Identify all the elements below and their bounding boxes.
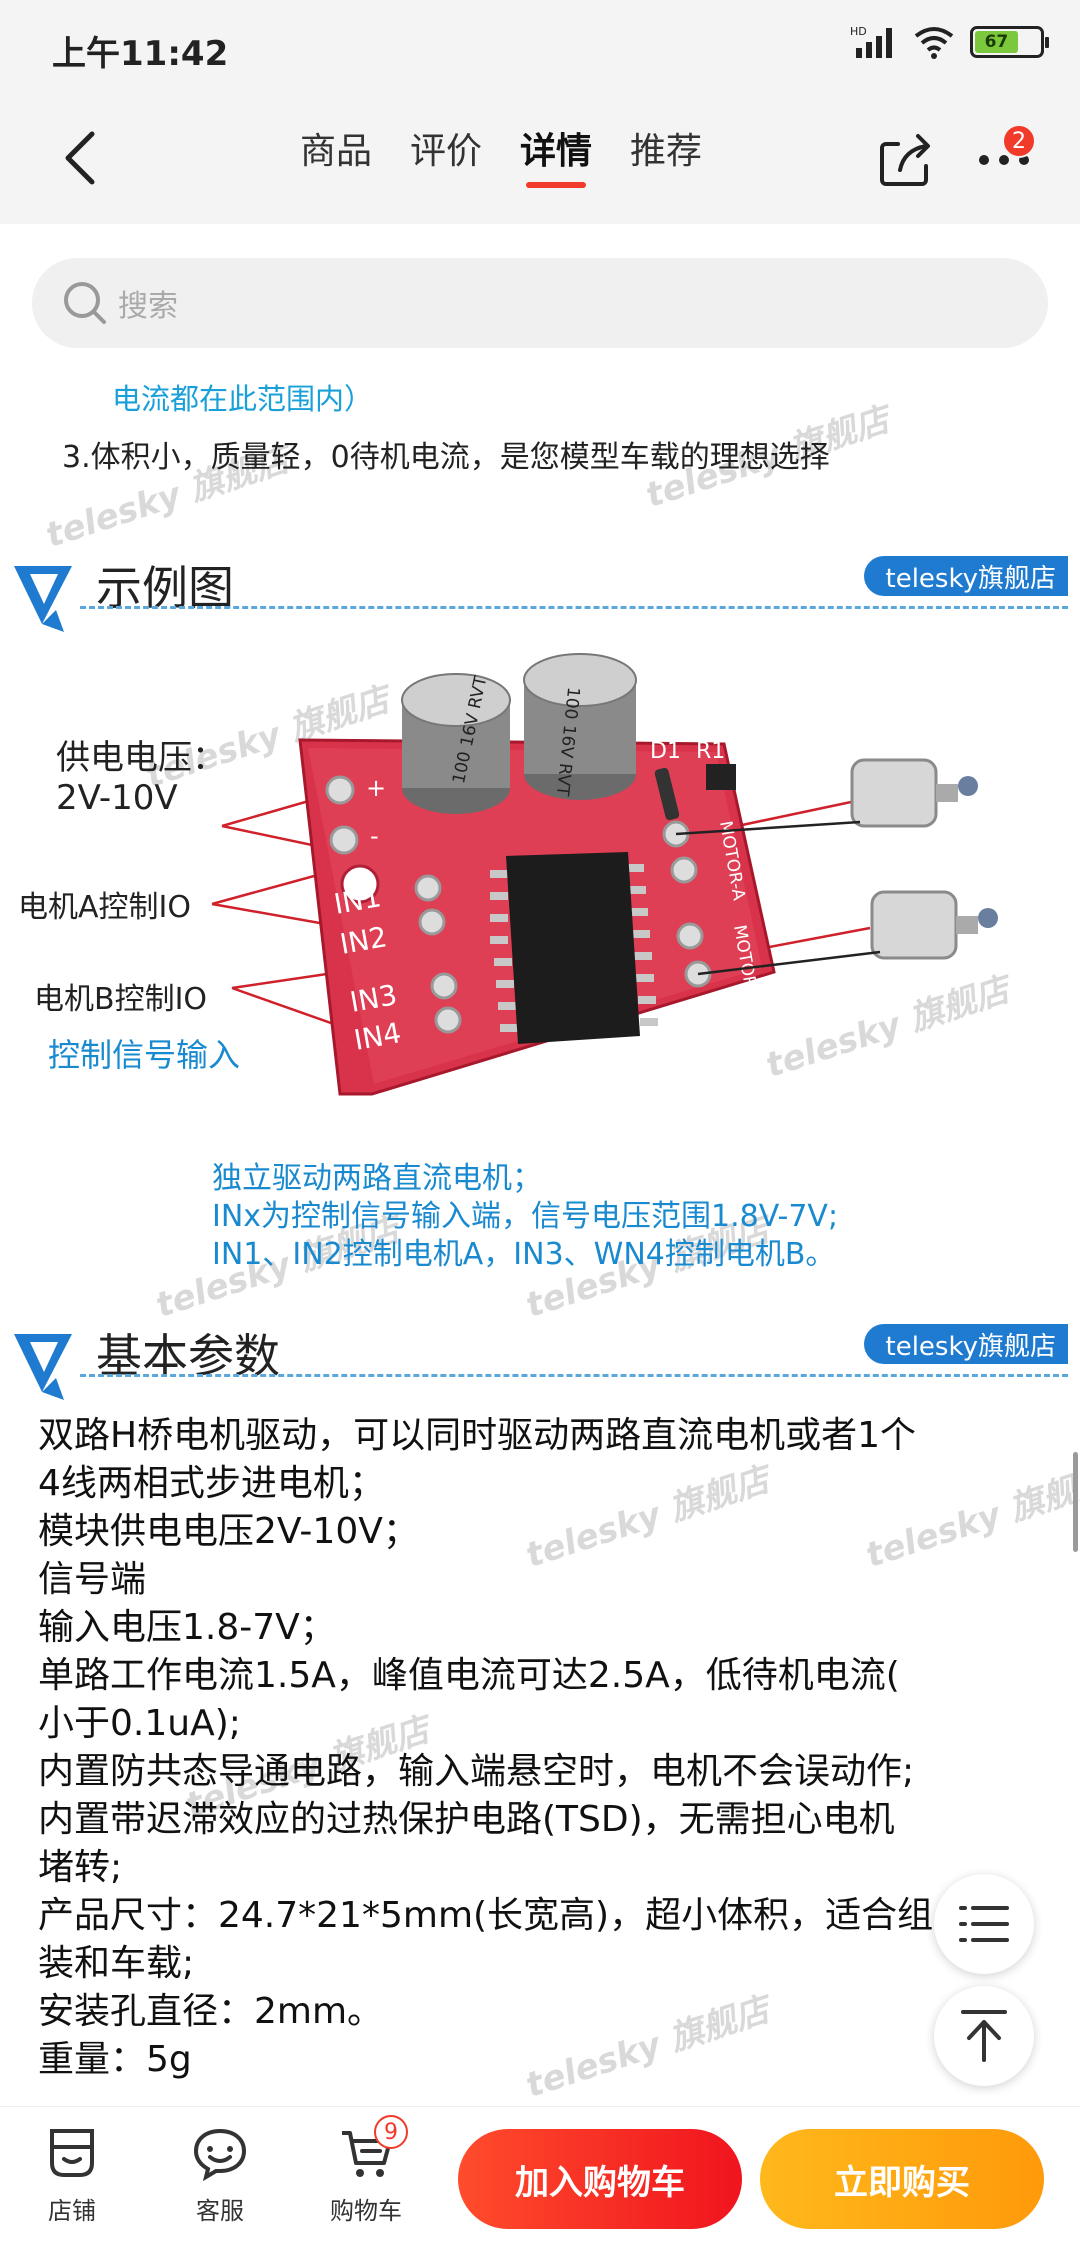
section-divider: [80, 1374, 1068, 1377]
cart-button[interactable]: 9 购物车: [306, 2115, 426, 2226]
desc-line: 独立驱动两路直流电机；: [212, 1161, 542, 1196]
add-to-cart-button[interactable]: 加入购物车: [458, 2129, 742, 2229]
motor-b-io-label: 电机B控制IO: [34, 982, 208, 1017]
list-icon: [959, 1906, 1009, 1942]
pcb-minus: -: [370, 822, 379, 850]
params-line: 模块供电电压2V-10V；: [38, 1511, 419, 1552]
battery-level: 67: [975, 31, 1018, 53]
brand-logo-icon: [14, 566, 72, 632]
params-line: 装和车载;: [38, 1943, 195, 1984]
params-line: 产品尺寸：24.7*21*5mm(长宽高)，超小体积，适合组: [38, 1895, 934, 1936]
params-line: 小于0.1uA);: [38, 1703, 241, 1744]
capacitor-2: 100 16V RVT: [523, 653, 637, 800]
params-line: 信号端: [38, 1559, 147, 1600]
params-line: 内置防共态导通电路，输入端悬空时，电机不会误动作;: [38, 1751, 915, 1792]
store-icon: [50, 2129, 94, 2177]
arrow-up-icon: [961, 2010, 1007, 2062]
cart-badge: 9: [374, 2115, 408, 2149]
params-line: 内置带迟滞效应的过热保护电路(TSD)，无需担心电机: [38, 1799, 895, 1840]
buy-now-button[interactable]: 立即购买: [760, 2129, 1044, 2229]
search-placeholder: 搜索: [118, 289, 178, 324]
desc-line: IN1、IN2控制电机A，IN3、WN4控制电机B。: [212, 1237, 836, 1272]
wifi-icon: [914, 27, 954, 59]
product-detail-image: telesky 旗舰店 telesky 旗舰店 telesky 旗舰店 tele…: [0, 360, 1080, 2106]
status-time: 上午11:42: [52, 34, 229, 74]
feature-3-text: 3.体积小，质量轻，0待机电流，是您模型车载的理想选择: [62, 440, 830, 475]
search-input[interactable]: 搜索: [32, 258, 1048, 348]
store-button[interactable]: 店铺: [12, 2125, 132, 2226]
power-label: 供电电压：: [56, 738, 226, 778]
service-label: 客服: [196, 2197, 244, 2225]
brand-logo-icon: [14, 1334, 72, 1400]
cart-label: 购物车: [330, 2197, 402, 2225]
tab-recommend[interactable]: 推荐: [630, 122, 702, 188]
params-line: 4线两相式步进电机；: [38, 1463, 385, 1504]
params-line: 重量：5g: [38, 2039, 192, 2080]
more-badge: 2: [1002, 124, 1036, 158]
service-button[interactable]: 客服: [160, 2125, 280, 2226]
capacitor-1: 100 16V RVT: [401, 673, 511, 814]
hd-label: HD: [850, 25, 867, 38]
back-to-top-button[interactable]: [934, 1986, 1034, 2086]
signal-icon: HD: [850, 25, 892, 58]
power-range: 2V-10V: [56, 778, 178, 818]
section-example-header: 示例图 telesky旗舰店: [0, 546, 1080, 636]
signal-input-label: 控制信号输入: [48, 1036, 241, 1074]
pcb-d1: D1: [650, 739, 681, 764]
params-line: 堵转;: [38, 1847, 123, 1888]
status-icons: HD 67: [850, 24, 1049, 60]
params-line: 输入电压1.8-7V；: [38, 1607, 336, 1648]
chat-icon: [193, 2128, 247, 2181]
top-nav: 商品 评价 详情 推荐 2: [0, 92, 1080, 224]
params-line: 单路工作电流1.5A，峰值电流可达2.5A，低待机电流(: [38, 1655, 900, 1696]
cart-icon-wrap: 9: [338, 2115, 408, 2181]
pcb-plus: +: [366, 774, 386, 802]
motor-b: [870, 890, 998, 960]
share-icon: [880, 134, 930, 186]
search-icon: [64, 282, 106, 324]
back-button[interactable]: [42, 120, 118, 196]
battery-icon: 67: [970, 26, 1049, 58]
motor-a-io-label: 电机A控制IO: [18, 890, 191, 925]
params-list: 双路H桥电机驱动，可以同时驱动两路直流电机或者1个 4线两相式步进电机； 模块供…: [38, 1412, 1058, 2084]
pcb-r1: R1: [696, 739, 725, 764]
tab-reviews[interactable]: 评价: [410, 122, 482, 188]
chevron-left-icon: [65, 131, 95, 185]
status-bar: 上午11:42 HD 67: [0, 0, 1080, 92]
params-line: 双路H桥电机驱动，可以同时驱动两路直流电机或者1个: [38, 1415, 916, 1456]
section-params-header: 基本参数 telesky旗舰店: [0, 1314, 1080, 1404]
catalog-button[interactable]: [934, 1874, 1034, 1974]
scrollbar[interactable]: [1073, 1452, 1078, 1552]
bottom-action-bar: 店铺 客服 9 购物车 加入购物车 立即购买: [0, 2106, 1080, 2248]
share-button[interactable]: [870, 124, 942, 196]
tab-product[interactable]: 商品: [300, 122, 372, 188]
desc-line: INx为控制信号输入端，信号电压范围1.8V-7V;: [212, 1199, 839, 1234]
detail-tabs: 商品 评价 详情 推荐: [300, 122, 702, 188]
brand-tag: telesky旗舰店: [863, 556, 1068, 596]
motor-a: [850, 758, 978, 828]
params-line: 安装孔直径：2mm。: [38, 1991, 384, 2032]
more-button[interactable]: 2: [968, 124, 1040, 196]
section-divider: [80, 606, 1068, 609]
intro-tail-text: 电流都在此范围内）: [112, 382, 374, 416]
store-label: 店铺: [48, 2197, 96, 2225]
tab-details[interactable]: 详情: [520, 122, 592, 188]
brand-tag: telesky旗舰店: [863, 1324, 1068, 1364]
